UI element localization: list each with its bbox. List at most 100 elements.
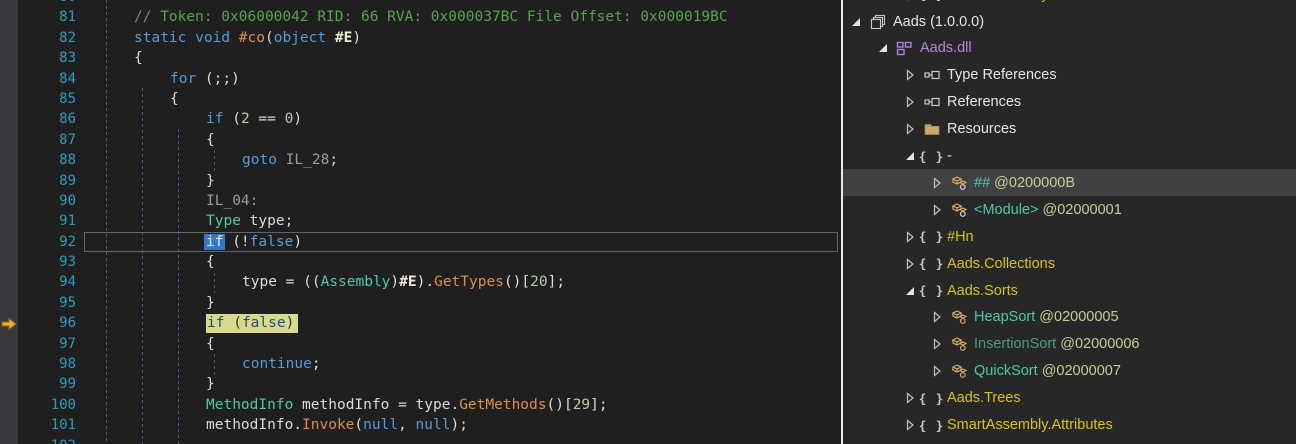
tree-item-[interactable]: ## @0200000B [843, 169, 1296, 196]
tree-item-insertionsort[interactable]: InsertionSort @02000006 [843, 331, 1296, 358]
code-line[interactable]: 94type = ((Assembly)#E).GetTypes()[20]; [0, 272, 841, 292]
code-line[interactable]: 95} [0, 293, 841, 313]
code-token: IL_28 [286, 152, 330, 168]
tree-item-references[interactable]: References [843, 89, 1296, 116]
tree-item-aads-trees[interactable]: { }Aads.Trees [843, 385, 1296, 412]
code-token: 2 [241, 111, 250, 127]
code-line-text[interactable]: { [76, 252, 841, 272]
code-line[interactable]: 96if (false) [0, 313, 841, 333]
expand-arrow-icon[interactable] [903, 68, 917, 82]
tree-item-module[interactable]: <Module> @02000001 [843, 196, 1296, 223]
code-line[interactable]: 83{ [0, 48, 841, 68]
tree-item-hn[interactable]: { }#Hn [843, 223, 1296, 250]
expand-arrow-icon[interactable] [930, 364, 944, 378]
expand-arrow-icon[interactable] [903, 230, 917, 244]
code-line-text[interactable]: // Token: 0x06000042 RID: 66 RVA: 0x0000… [76, 7, 841, 27]
line-number: 101 [18, 415, 76, 435]
code-line[interactable]: 98continue; [0, 354, 841, 374]
expand-arrow-icon[interactable] [903, 122, 917, 136]
code-line-text[interactable]: } [76, 293, 841, 313]
expand-arrow-icon[interactable] [903, 391, 917, 405]
expand-arrow-icon[interactable] [903, 0, 917, 2]
tree-item-label: @02000007 [1038, 363, 1121, 379]
expand-arrow-icon[interactable] [930, 337, 944, 351]
expand-arrow-icon[interactable] [903, 418, 917, 432]
tree-item-label: Aads.dll [920, 40, 972, 56]
code-line[interactable]: 99} [0, 374, 841, 394]
tree-item-aads-sorts[interactable]: { }Aads.Sorts [843, 277, 1296, 304]
code-line[interactable]: 100MethodInfo methodInfo = type.GetMetho… [0, 395, 841, 415]
tree-item-type-references[interactable]: Type References [843, 62, 1296, 89]
tree-item-label: References [947, 94, 1021, 110]
code-line-text[interactable]: MethodInfo methodInfo = type.GetMethods(… [76, 395, 841, 415]
code-line-text[interactable]: { [76, 48, 841, 68]
code-token: Invoke [302, 417, 354, 433]
code-token: false [242, 315, 286, 331]
code-line[interactable]: 101methodInfo.Invoke(null, null); [0, 415, 841, 435]
code-line-text[interactable]: } [76, 374, 841, 394]
expand-arrow-icon[interactable] [930, 176, 944, 190]
code-line-text[interactable]: type = ((Assembly)#E).GetTypes()[20]; [76, 272, 841, 292]
tree-item-quicksort[interactable]: QuickSort @02000007 [843, 358, 1296, 385]
code-token: ) [286, 315, 295, 331]
code-line[interactable]: 102 [0, 436, 841, 444]
collapse-arrow-icon[interactable] [903, 284, 917, 298]
code-line[interactable]: 86if (2 == 0) [0, 109, 841, 129]
expand-arrow-icon[interactable] [903, 257, 917, 271]
code-line[interactable]: 88goto IL_28; [0, 150, 841, 170]
code-token: ()[ [504, 274, 530, 290]
code-line-text[interactable]: static void #co(object #E) [76, 28, 841, 48]
tree-item-heapsort[interactable]: HeapSort @02000005 [843, 304, 1296, 331]
tree-item-aads-collections[interactable]: { }Aads.Collections [843, 250, 1296, 277]
typeref-icon [923, 67, 940, 83]
code-line-text[interactable] [76, 436, 841, 444]
code-token: null [363, 417, 398, 433]
tree-item-aads-1-0-0-0[interactable]: Aads (1.0.0.0) [843, 8, 1296, 35]
code-line-text[interactable]: if (2 == 0) [76, 109, 841, 129]
code-line[interactable]: 93{ [0, 252, 841, 272]
tree-item-assembly[interactable] [843, 438, 1296, 444]
code-line-text[interactable]: Type type; [76, 211, 841, 231]
expand-arrow-icon[interactable] [930, 203, 944, 217]
tree-item-smartassembly-attributes[interactable]: { }SmartAssembly.Attributes [843, 412, 1296, 439]
line-number: 86 [18, 109, 76, 129]
tree-item-label: Type References [947, 67, 1057, 83]
code-line[interactable]: 91Type type; [0, 211, 841, 231]
code-line[interactable]: 82static void #co(object #E) [0, 28, 841, 48]
code-token: #E [335, 30, 352, 46]
class-internal-icon [950, 202, 967, 218]
code-line[interactable]: 90IL_04: [0, 191, 841, 211]
expand-arrow-icon[interactable] [903, 95, 917, 109]
code-line-text[interactable]: { [76, 334, 841, 354]
code-line[interactable]: 81// Token: 0x06000042 RID: 66 RVA: 0x00… [0, 7, 841, 27]
code-token: { [206, 254, 215, 270]
code-line[interactable]: 80 [0, 0, 841, 7]
code-line[interactable]: 84for (;;) [0, 69, 841, 89]
code-line-text[interactable]: methodInfo.Invoke(null, null); [76, 415, 841, 435]
code-line-text[interactable]: { [76, 89, 841, 109]
code-line-text[interactable] [76, 0, 841, 7]
code-token: ) [390, 274, 399, 290]
code-line-text[interactable]: IL_04: [76, 191, 841, 211]
code-line[interactable]: 85{ [0, 89, 841, 109]
code-line[interactable]: 87{ [0, 130, 841, 150]
code-line[interactable]: 97{ [0, 334, 841, 354]
code-line-text[interactable]: } [76, 171, 841, 191]
code-line-text[interactable]: if (false) [76, 313, 841, 333]
code-line-text[interactable]: { [76, 130, 841, 150]
tree-item-[interactable]: { }- [843, 143, 1296, 170]
code-line[interactable]: 89} [0, 171, 841, 191]
code-line-text[interactable]: continue; [76, 354, 841, 374]
tree-item-resources[interactable]: Resources [843, 116, 1296, 143]
collapse-arrow-icon[interactable] [849, 15, 863, 29]
line-number: 96 [18, 313, 76, 333]
code-line-text[interactable]: for (;;) [76, 69, 841, 89]
expand-arrow-icon[interactable] [930, 310, 944, 324]
tree-item-label: InsertionSort [974, 336, 1056, 352]
code-line-text[interactable]: goto IL_28; [76, 150, 841, 170]
tree-item-aads-dll[interactable]: Aads.dll [843, 35, 1296, 62]
collapse-arrow-icon[interactable] [876, 41, 890, 55]
collapse-arrow-icon[interactable] [903, 149, 917, 163]
tree-item-smartassembly-attributes[interactable]: { }SmartAssembly.Attributes [843, 0, 1296, 8]
code-token: type = (( [242, 274, 321, 290]
